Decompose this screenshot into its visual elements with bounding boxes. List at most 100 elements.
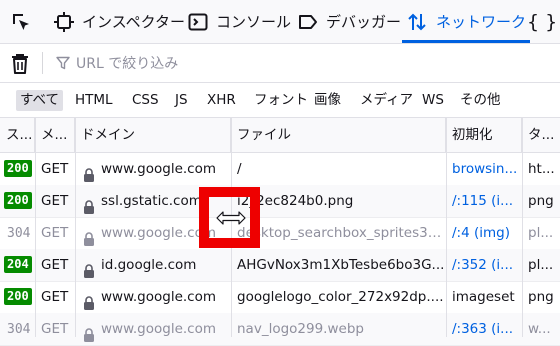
status-badge: 200 [4, 160, 32, 177]
domain-cell: www.google.com [75, 153, 231, 185]
file-cell: i2_2ec824b0.png [237, 193, 354, 209]
column-divider[interactable] [75, 118, 76, 337]
tab-label: インスペクター [82, 13, 186, 31]
initiator-cell[interactable]: browsin... [446, 153, 522, 185]
network-icon [408, 13, 426, 30]
column-divider[interactable] [35, 118, 36, 337]
column-divider[interactable] [522, 118, 523, 337]
tab-console[interactable]: コンソール [188, 0, 291, 43]
tab-debugger[interactable]: デバッガー [298, 0, 401, 43]
type-filter-css[interactable]: CSS [128, 90, 163, 111]
table-row[interactable]: 204 GET id.google.com AHGvNox3m1XbTesbe6bo3… [0, 249, 560, 282]
type-filter-all[interactable]: すべて [16, 90, 64, 111]
type-cell: png [528, 289, 554, 305]
file-cell: googlelogo_color_272x92dp.... [237, 289, 444, 305]
column-resize-cursor [216, 210, 246, 230]
table-row[interactable]: 304 GET www.google.com nav_logo299.webp /:36… [0, 313, 560, 346]
type-cell: ht... [528, 161, 555, 177]
type-filter-html[interactable]: HTML [71, 90, 117, 111]
domain-cell: www.google.com [75, 281, 231, 313]
lock-icon [83, 162, 95, 185]
method-cell: GET [41, 321, 69, 337]
tab-network[interactable]: ネットワーク [401, 0, 531, 43]
status-cell: 200 [0, 281, 35, 313]
status-badge: 304 [7, 226, 31, 241]
inspector-icon [54, 11, 74, 32]
domain-text: www.google.com [101, 289, 217, 305]
column-header-file[interactable]: ファイル [231, 118, 446, 152]
status-badge: 204 [4, 256, 32, 273]
element-picker-button[interactable] [10, 0, 32, 43]
table-row[interactable]: 304 GET www.google.com desktop_searchbox_sp… [0, 217, 560, 250]
initiator-cell[interactable]: /:363 (i... [446, 313, 522, 345]
domain-text: ssl.gstatic.com [101, 193, 202, 209]
column-header-domain[interactable]: ドメイン [75, 118, 231, 152]
initiator-cell[interactable]: /:352 (i... [446, 249, 522, 281]
table-row[interactable]: 200 GET ssl.gstatic.com i2_2ec824b0.png /:11… [0, 185, 560, 218]
file-cell: nav_logo299.webp [237, 321, 364, 337]
status-cell: 304 [0, 313, 35, 345]
type-cell: w... [528, 321, 551, 337]
lock-icon [83, 258, 95, 281]
lock-icon [83, 290, 95, 313]
column-header-method[interactable]: メ... [35, 118, 75, 152]
status-cell: 200 [0, 153, 35, 185]
type-filter-js[interactable]: JS [171, 90, 192, 111]
domain-cell: id.google.com [75, 249, 231, 281]
domain-text: www.google.com [101, 321, 217, 337]
domain-cell: www.google.com [75, 313, 231, 345]
type-filter-bar: すべて HTML CSS JS XHR フォント 画像 メディア WS その他 [0, 83, 560, 118]
status-cell: 200 [0, 185, 35, 217]
console-icon [188, 13, 208, 30]
clear-button[interactable] [10, 53, 30, 79]
url-filter-placeholder: URL で絞り込み [76, 56, 179, 72]
style-editor-icon: { } [527, 10, 558, 33]
type-cell: png [528, 193, 554, 209]
method-cell: GET [41, 225, 69, 241]
tab-label: コンソール [216, 13, 292, 31]
status-badge: 200 [4, 288, 32, 305]
type-filter-xhr[interactable]: XHR [203, 90, 240, 111]
element-picker-icon [13, 13, 29, 30]
status-cell: 204 [0, 249, 35, 281]
table-row[interactable]: 200 GET www.google.com googlelogo_color_272… [0, 281, 560, 314]
resize-arrows-icon [216, 211, 246, 225]
type-filter-media[interactable]: メディア [356, 90, 417, 111]
table-row[interactable]: 200 GET www.google.com / browsin... ht... [0, 153, 560, 186]
file-cell: desktop_searchbox_sprites30... [237, 225, 446, 241]
url-filter-input[interactable]: URL で絞り込み [56, 44, 178, 82]
file-cell: / [237, 161, 242, 177]
tab-label: ネットワーク [436, 13, 527, 31]
debugger-icon [299, 14, 317, 29]
trash-icon [12, 54, 28, 74]
tab-style-editor[interactable]: { } [527, 0, 557, 43]
status-badge: 304 [7, 322, 31, 337]
tab-inspector[interactable]: インスペクター [54, 0, 185, 43]
column-header-status[interactable]: ス... [0, 118, 35, 152]
lock-icon [83, 226, 95, 249]
initiator-cell: imageset [452, 289, 515, 305]
initiator-cell[interactable]: /:4 (img) [446, 217, 522, 249]
type-filter-ws[interactable]: WS [418, 90, 448, 111]
initiator-cell[interactable]: /:115 (i... [446, 185, 522, 217]
lock-icon [83, 322, 95, 345]
type-filter-fonts[interactable]: フォント [250, 90, 312, 111]
column-header-initiator[interactable]: 初期化 [446, 118, 522, 152]
method-cell: GET [41, 289, 69, 305]
type-cell: pl... [528, 257, 554, 273]
filter-bar: URL で絞り込み [0, 44, 560, 83]
method-cell: GET [41, 161, 69, 177]
filter-icon [56, 56, 70, 70]
divider [42, 52, 43, 74]
method-cell: GET [41, 257, 69, 273]
type-filter-other[interactable]: その他 [456, 90, 505, 111]
domain-text: id.google.com [101, 257, 197, 273]
file-cell: AHGvNox3m1XbTesbe6bo3G... [237, 257, 445, 273]
table-header: ス... メ... ドメイン ファイル 初期化 タ... [0, 118, 560, 153]
tab-label: デバッガー [326, 13, 402, 31]
type-filter-images[interactable]: 画像 [310, 90, 345, 111]
status-cell: 304 [0, 217, 35, 249]
method-cell: GET [41, 193, 69, 209]
column-header-type[interactable]: タ... [522, 118, 560, 152]
column-divider[interactable] [446, 118, 447, 337]
